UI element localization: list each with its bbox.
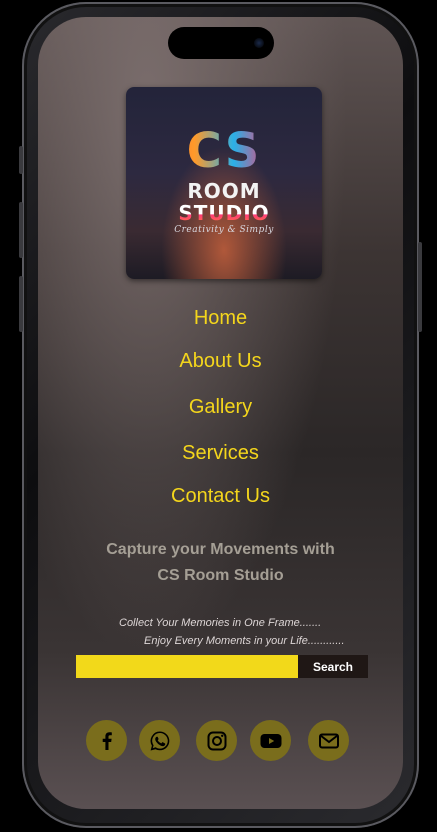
power-button <box>418 242 422 332</box>
search-input[interactable] <box>76 655 298 678</box>
logo-studio-text: STUDIO <box>126 201 322 225</box>
logo-cs-text: CS <box>126 123 322 179</box>
hero-line-2: CS Room Studio <box>157 567 284 584</box>
youtube-icon[interactable] <box>250 720 291 761</box>
memo-line-2: Enjoy Every Moments in your Life........… <box>144 635 345 647</box>
camera-icon <box>254 38 264 48</box>
studio-logo[interactable]: CS ROOM STUDIO Creativity & Simply <box>126 87 322 279</box>
memo-line-1: Collect Your Memories in One Frame......… <box>119 617 322 629</box>
dynamic-island <box>168 27 274 59</box>
nav-item-contact-us[interactable]: Contact Us <box>38 485 403 508</box>
nav-item-about-us[interactable]: About Us <box>38 350 403 373</box>
facebook-icon[interactable] <box>86 720 127 761</box>
whatsapp-icon[interactable] <box>139 720 180 761</box>
phone-screen: CS ROOM STUDIO Creativity & Simply Home … <box>38 17 403 809</box>
volume-down-button <box>19 276 23 332</box>
hero-tagline: Capture your Movements with CS Room Stud… <box>78 537 363 589</box>
nav-item-services[interactable]: Services <box>38 442 403 465</box>
hero-line-1: Capture your Movements with <box>106 541 335 558</box>
logo-room-text: ROOM <box>187 179 261 203</box>
volume-up-button <box>19 202 23 258</box>
mail-icon[interactable] <box>308 720 349 761</box>
nav-item-home[interactable]: Home <box>38 307 403 330</box>
search-button[interactable]: Search <box>298 655 368 678</box>
instagram-icon[interactable] <box>196 720 237 761</box>
mute-switch <box>19 146 23 174</box>
logo-tagline: Creativity & Simply <box>174 225 274 235</box>
search-form: Search <box>76 655 368 678</box>
nav-item-gallery[interactable]: Gallery <box>38 396 403 419</box>
